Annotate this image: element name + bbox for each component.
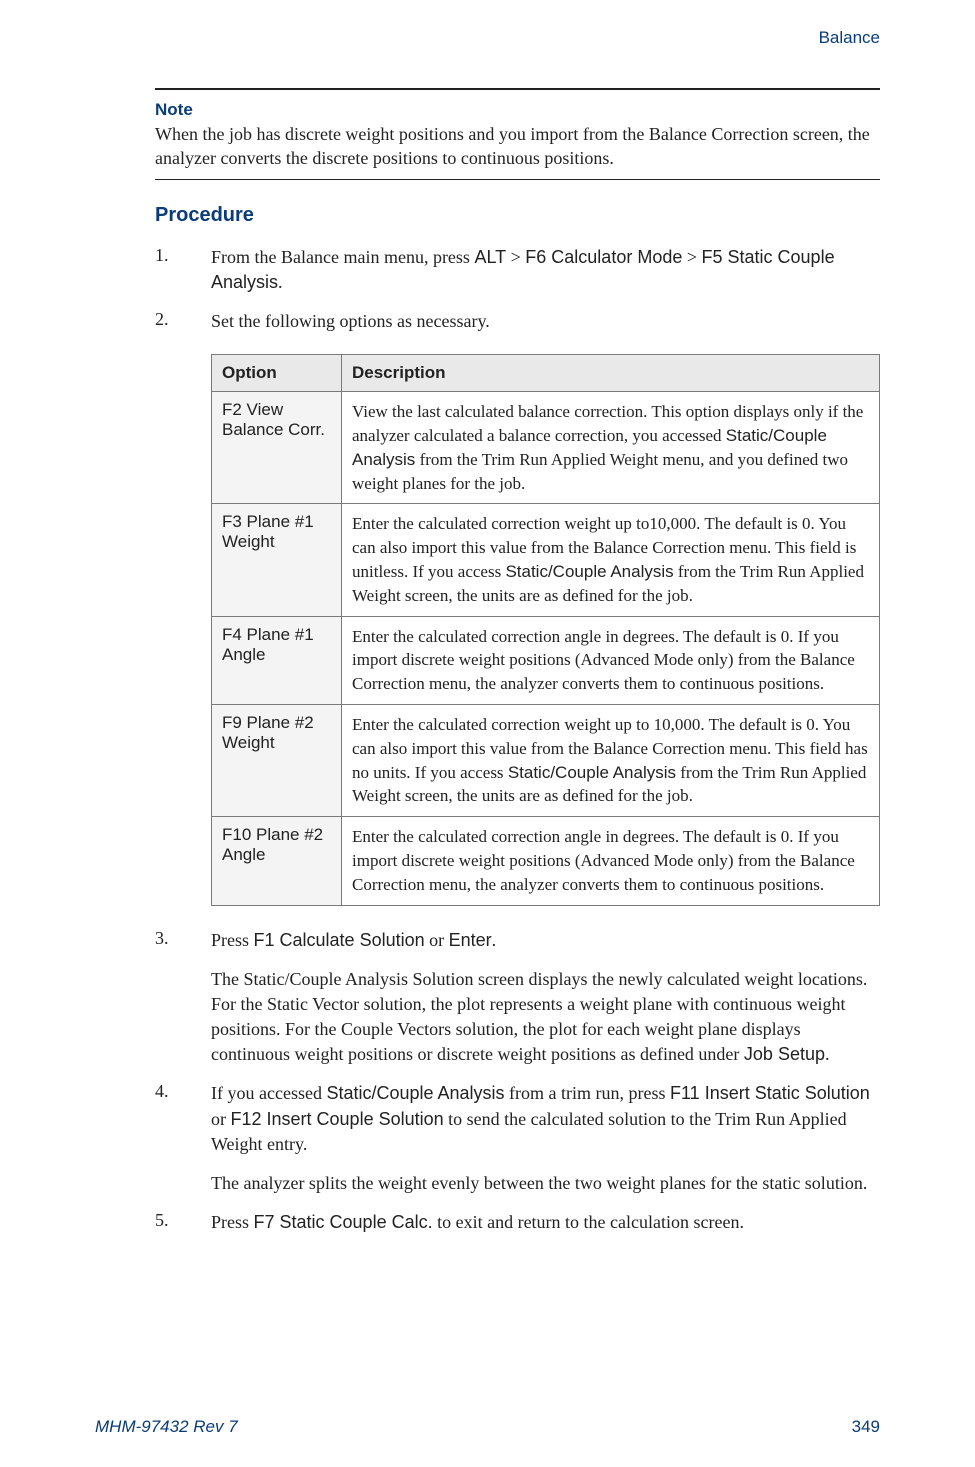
option-cell: F3 Plane #1 Weight xyxy=(212,504,342,616)
text: Press xyxy=(211,930,254,950)
page-number: 349 xyxy=(852,1417,880,1437)
note-text: When the job has discrete weight positio… xyxy=(155,122,880,171)
text: . xyxy=(825,1044,830,1064)
step-number: 4. xyxy=(155,1081,211,1196)
ui-term: Static/Couple Analysis xyxy=(508,763,676,782)
step-4: 4. If you accessed Static/Couple Analysi… xyxy=(155,1081,880,1196)
step-5: 5. Press F7 Static Couple Calc. to exit … xyxy=(155,1210,880,1235)
step-number: 5. xyxy=(155,1210,211,1235)
text: > xyxy=(506,247,525,267)
step-body: Set the following options as necessary. xyxy=(211,309,880,334)
description-cell: View the last calculated balance correct… xyxy=(342,392,880,504)
table-row: F3 Plane #1 Weight Enter the calculated … xyxy=(212,504,880,616)
table-header-row: Option Description xyxy=(212,355,880,392)
option-cell: F10 Plane #2 Angle xyxy=(212,817,342,905)
step-body: From the Balance main menu, press ALT > … xyxy=(211,245,880,295)
text: If you accessed xyxy=(211,1083,326,1103)
step-3: 3. Press F1 Calculate Solution or Enter.… xyxy=(155,928,880,1068)
text: to exit and return to the calculation sc… xyxy=(433,1212,744,1232)
key-f11: F11 Insert Static Solution xyxy=(670,1083,870,1103)
description-cell: Enter the calculated correction angle in… xyxy=(342,616,880,704)
options-table: Option Description F2 View Balance Corr.… xyxy=(211,354,880,905)
text: or xyxy=(211,1109,231,1129)
step-1: 1. From the Balance main menu, press ALT… xyxy=(155,245,880,295)
step-number: 1. xyxy=(155,245,211,295)
option-cell: F2 View Balance Corr. xyxy=(212,392,342,504)
text: from a trim run, press xyxy=(505,1083,670,1103)
step-number: 3. xyxy=(155,928,211,1068)
ui-term: Static/Couple Analysis xyxy=(326,1083,504,1103)
header-section-label: Balance xyxy=(819,28,880,48)
text: From the Balance main menu, press xyxy=(211,247,474,267)
note-rule xyxy=(155,179,880,180)
procedure-list: 1. From the Balance main menu, press ALT… xyxy=(155,245,880,335)
table-row: F2 View Balance Corr. View the last calc… xyxy=(212,392,880,504)
top-rule xyxy=(155,88,880,90)
table-row: F4 Plane #1 Angle Enter the calculated c… xyxy=(212,616,880,704)
step-body: Press F7 Static Couple Calc. to exit and… xyxy=(211,1210,880,1235)
key-alt: ALT xyxy=(474,247,506,267)
step-body: Press F1 Calculate Solution or Enter. Th… xyxy=(211,928,880,1068)
text: . xyxy=(278,272,283,292)
text: > xyxy=(682,247,701,267)
text: Press xyxy=(211,1212,254,1232)
description-cell: Enter the calculated correction weight u… xyxy=(342,504,880,616)
procedure-heading: Procedure xyxy=(155,204,880,227)
text: . xyxy=(492,930,497,950)
page-footer: MHM-97432 Rev 7 349 xyxy=(95,1417,880,1437)
page-content: Note When the job has discrete weight po… xyxy=(155,100,880,1249)
step-paragraph: The analyzer splits the weight evenly be… xyxy=(211,1171,880,1196)
option-cell: F4 Plane #1 Angle xyxy=(212,616,342,704)
step-number: 2. xyxy=(155,309,211,334)
document-page: Balance Note When the job has discrete w… xyxy=(0,0,975,1467)
procedure-list-cont: 3. Press F1 Calculate Solution or Enter.… xyxy=(155,928,880,1236)
ui-term: Job Setup xyxy=(744,1044,825,1064)
option-cell: F9 Plane #2 Weight xyxy=(212,704,342,816)
col-option: Option xyxy=(212,355,342,392)
key-enter: Enter xyxy=(449,930,492,950)
text: or xyxy=(425,930,449,950)
col-description: Description xyxy=(342,355,880,392)
text: from the Trim Run Applied Weight menu, a… xyxy=(352,450,848,493)
table-row: F10 Plane #2 Angle Enter the calculated … xyxy=(212,817,880,905)
key-f12: F12 Insert Couple Solution xyxy=(231,1109,444,1129)
table-row: F9 Plane #2 Weight Enter the calculated … xyxy=(212,704,880,816)
key-f6: F6 Calculator Mode xyxy=(525,247,682,267)
description-cell: Enter the calculated correction angle in… xyxy=(342,817,880,905)
doc-id: MHM-97432 Rev 7 xyxy=(95,1417,238,1437)
description-cell: Enter the calculated correction weight u… xyxy=(342,704,880,816)
key-f1: F1 Calculate Solution xyxy=(254,930,425,950)
note-label: Note xyxy=(155,100,880,120)
key-f7: F7 Static Couple Calc. xyxy=(254,1212,433,1232)
step-body: If you accessed Static/Couple Analysis f… xyxy=(211,1081,880,1196)
step-2: 2. Set the following options as necessar… xyxy=(155,309,880,334)
ui-term: Static/Couple Analysis xyxy=(505,562,673,581)
step-paragraph: The Static/Couple Analysis Solution scre… xyxy=(211,967,880,1068)
